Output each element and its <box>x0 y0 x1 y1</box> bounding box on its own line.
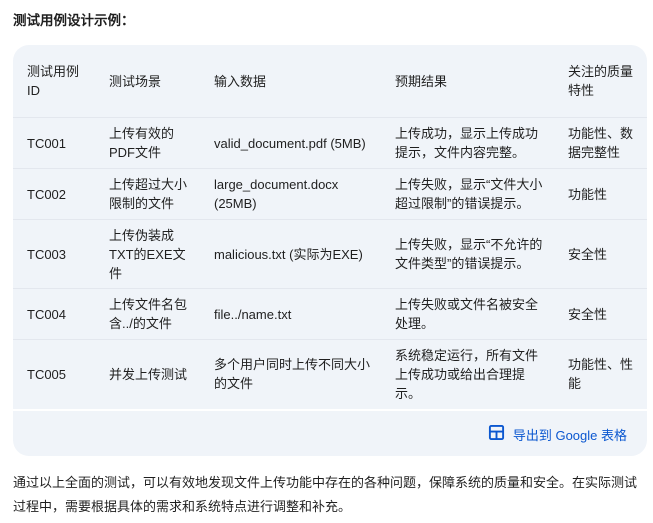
cell-quality-attributes: 安全性 <box>554 219 647 289</box>
table-header-row: 测试用例ID 测试场景 输入数据 预期结果 关注的质量特性 <box>13 45 647 118</box>
cell-expected-result: 上传失败或文件名被安全处理。 <box>381 288 554 340</box>
cell-input-data: 多个用户同时上传不同大小的文件 <box>200 339 381 408</box>
cell-expected-result: 上传成功，显示上传成功提示，文件内容完整。 <box>381 117 554 169</box>
cell-input-data: valid_document.pdf (5MB) <box>200 117 381 169</box>
cell-test-case-id: TC003 <box>13 219 95 289</box>
header-test-scenario: 测试场景 <box>109 73 162 89</box>
table-row: TC004 上传文件名包含../的文件 file../name.txt 上传失败… <box>13 288 647 340</box>
cell-quality-attributes: 安全性 <box>554 288 647 340</box>
conclusion-paragraph: 通过以上全面的测试，可以有效地发现文件上传功能中存在的各种问题，保障系统的质量和… <box>13 475 638 514</box>
cell-test-scenario: 上传文件名包含../的文件 <box>95 288 200 340</box>
cell-test-case-id: TC004 <box>13 288 95 340</box>
cell-input-data: large_document.docx (25MB) <box>200 168 381 220</box>
header-test-case-id: 测试用例ID <box>27 64 80 98</box>
table-row: TC001 上传有效的PDF文件 valid_document.pdf (5MB… <box>13 117 647 169</box>
cell-expected-result: 系统稳定运行，所有文件上传成功或给出合理提示。 <box>381 339 554 408</box>
cell-test-scenario: 上传伪装成TXT的EXE文件 <box>95 219 200 289</box>
table-footer: 导出到 Google 表格 <box>13 411 647 456</box>
cell-expected-result: 上传失败，显示“不允许的文件类型”的错误提示。 <box>381 219 554 289</box>
header-input-data: 输入数据 <box>214 73 267 89</box>
header-quality-attributes: 关注的质量特性 <box>568 64 634 98</box>
cell-input-data: malicious.txt (实际为EXE) <box>200 219 381 289</box>
cell-expected-result: 上传失败，显示“文件大小超过限制”的错误提示。 <box>381 168 554 220</box>
header-expected-result: 预期结果 <box>395 73 448 89</box>
test-case-table-container: 测试用例ID 测试场景 输入数据 预期结果 关注的质量特性 TC001 上传有效… <box>13 45 647 409</box>
table-row: TC005 并发上传测试 多个用户同时上传不同大小的文件 系统稳定运行，所有文件… <box>13 339 647 408</box>
cell-test-case-id: TC001 <box>13 117 95 169</box>
cell-quality-attributes: 功能性、数据完整性 <box>554 117 647 169</box>
section-heading: 测试用例设计示例： <box>13 13 135 28</box>
cell-test-scenario: 上传有效的PDF文件 <box>95 117 200 169</box>
cell-quality-attributes: 功能性、性能 <box>554 339 647 408</box>
export-label: 导出到 Google 表格 <box>512 427 627 443</box>
cell-test-case-id: TC005 <box>13 339 95 408</box>
cell-test-scenario: 并发上传测试 <box>95 339 200 408</box>
table-row: TC002 上传超过大小限制的文件 large_document.docx (2… <box>13 168 647 220</box>
cell-test-case-id: TC002 <box>13 168 95 220</box>
export-to-google-sheets-button[interactable]: 导出到 Google 表格 <box>488 424 627 444</box>
table-grid-icon <box>488 424 505 444</box>
cell-test-scenario: 上传超过大小限制的文件 <box>95 168 200 220</box>
cell-quality-attributes: 功能性 <box>554 168 647 220</box>
table-row: TC003 上传伪装成TXT的EXE文件 malicious.txt (实际为E… <box>13 219 647 289</box>
test-case-table: 测试用例ID 测试场景 输入数据 预期结果 关注的质量特性 TC001 上传有效… <box>13 45 647 408</box>
cell-input-data: file../name.txt <box>200 288 381 340</box>
